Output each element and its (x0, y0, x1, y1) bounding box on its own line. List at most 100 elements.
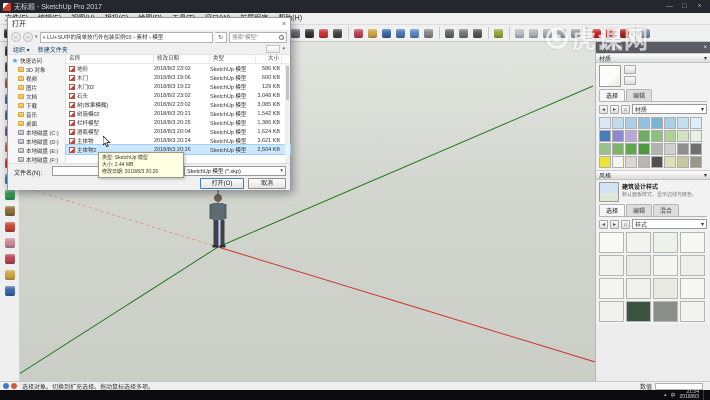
material-swatch[interactable] (664, 130, 676, 142)
file-row[interactable]: 酒瓶模型2018/8/3 20:04SketchUp 模型1,624 KB (66, 127, 290, 136)
materials-tab-select[interactable]: 选择 (599, 89, 625, 101)
forward-button[interactable]: → (23, 32, 33, 42)
material-swatch[interactable] (599, 117, 611, 129)
sidebar-item[interactable]: 3D 对象 (8, 65, 65, 74)
materials-section-header[interactable]: 材质 ▾ (596, 53, 710, 63)
style-thumbnail[interactable] (680, 301, 705, 322)
sidebar-item[interactable]: 本地磁盘 (C:) (8, 128, 65, 137)
style-thumbnail[interactable] (626, 255, 651, 276)
material-swatch[interactable] (677, 130, 689, 142)
file-row[interactable]: 木门022018/8/3 19:22SketchUp 模型129 KB (66, 82, 290, 91)
geolocation-icon[interactable] (3, 383, 9, 389)
style-thumbnail[interactable] (599, 255, 624, 276)
cancel-button[interactable]: 取消 (248, 178, 286, 189)
new-folder-button[interactable]: 新建文件夹 (38, 45, 68, 54)
minimize-button[interactable]: — (662, 0, 677, 13)
material-swatch[interactable] (651, 156, 663, 168)
material-swatch[interactable] (677, 143, 689, 155)
section-plane-button[interactable] (492, 27, 505, 40)
style-thumbnail[interactable] (626, 232, 651, 253)
material-swatch[interactable] (625, 143, 637, 155)
material-swatch[interactable] (625, 156, 637, 168)
file-row[interactable]: 栏杆模型2018/8/3 20:25SketchUp 模型1,386 KB (66, 118, 290, 127)
material-swatch[interactable] (690, 143, 702, 155)
style-thumbnail[interactable] (599, 232, 624, 253)
file-list-scrollbar[interactable] (285, 64, 290, 163)
material-swatch[interactable] (651, 143, 663, 155)
materials-collapse-icon[interactable]: ▾ (704, 55, 707, 62)
hidden-icons-button[interactable]: ▴ (664, 392, 667, 398)
zoom-tool-button[interactable] (3, 284, 17, 298)
file-row[interactable]: 石头2018/8/2 23:02SketchUp 模型3,048 KB (66, 91, 290, 100)
view-mode-dropdown-icon[interactable]: ▾ (282, 46, 285, 52)
zoom-extents-tool-button[interactable] (408, 27, 421, 40)
material-swatch[interactable] (625, 117, 637, 129)
material-swatch[interactable] (664, 156, 676, 168)
material-swatch[interactable] (599, 130, 611, 142)
close-button[interactable]: × (692, 0, 707, 13)
styles-collection-dropdown[interactable]: 样式 ▾ (632, 219, 707, 229)
style-thumbnail[interactable] (653, 278, 678, 299)
sidebar-item[interactable]: 本地磁盘 (E:) (8, 146, 65, 155)
orbit-tool-button[interactable] (3, 252, 17, 266)
pan-tool-button[interactable] (3, 268, 17, 282)
text-tool-button[interactable] (303, 27, 316, 40)
materials-forward-button[interactable]: ▸ (610, 105, 619, 114)
previous-view-button[interactable] (422, 27, 435, 40)
material-swatch[interactable] (638, 156, 650, 168)
view-front-button[interactable] (541, 27, 554, 40)
material-swatch[interactable] (638, 143, 650, 155)
create-material-button[interactable] (624, 65, 636, 74)
zoom-window-tool-button[interactable] (394, 27, 407, 40)
search-input[interactable]: 搜索"模型" (229, 32, 287, 43)
style-thumbnail[interactable] (599, 278, 624, 299)
dialog-close-button[interactable]: × (282, 21, 286, 28)
sidebar-item[interactable]: 图片 (8, 83, 65, 92)
style-thumbnail[interactable] (653, 301, 678, 322)
sidebar-item[interactable]: 下载 (8, 101, 65, 110)
styles-collapse-icon[interactable]: ▾ (704, 172, 707, 179)
eraser-tool-button[interactable] (3, 236, 17, 250)
orbit-tool-button[interactable] (352, 27, 365, 40)
styles-tab-edit[interactable]: 编辑 (626, 204, 652, 216)
tray-header[interactable]: 默认面板 × (596, 42, 710, 53)
file-row[interactable]: 木门2018/8/3 19:06SketchUp 模型600 KB (66, 73, 290, 82)
sidebar-item[interactable]: 视频 (8, 74, 65, 83)
material-swatch[interactable] (612, 156, 624, 168)
material-swatch[interactable] (625, 130, 637, 142)
sidebar-item[interactable]: 桌面 (8, 119, 65, 128)
history-dropdown-icon[interactable]: ▾ (35, 34, 38, 40)
style-thumbnail[interactable] (680, 278, 705, 299)
file-row[interactable]: 树(效果模糊)2018/8/2 23:02SketchUp 模型3,085 KB (66, 100, 290, 109)
material-swatch[interactable] (651, 117, 663, 129)
material-swatch[interactable] (612, 117, 624, 129)
materials-back-button[interactable]: ◂ (599, 105, 608, 114)
share-model-button[interactable] (604, 27, 617, 40)
material-swatch[interactable] (690, 130, 702, 142)
column-header[interactable]: 类型 (210, 55, 256, 64)
scrollbar-thumb[interactable] (286, 66, 289, 100)
column-header[interactable]: 修改日期 (154, 55, 210, 64)
material-swatch[interactable] (690, 117, 702, 129)
materials-home-button[interactable]: ⌂ (621, 105, 630, 114)
style-thumbnail[interactable] (680, 232, 705, 253)
view-top-button[interactable] (527, 27, 540, 40)
axes-tool-button[interactable] (317, 27, 330, 40)
paint-bucket-button[interactable] (3, 220, 17, 234)
open-button[interactable]: 打开(O) (200, 178, 244, 189)
styles-tab-select[interactable]: 选择 (599, 204, 625, 216)
file-row[interactable]: 树简模022018/8/3 20:21SketchUp 模型1,542 KB (66, 109, 290, 118)
sidebar-item[interactable]: 本地磁盘 (D:) (8, 137, 65, 146)
back-button[interactable]: ← (11, 32, 21, 42)
extension-warehouse-button[interactable] (618, 27, 631, 40)
scale-tool-button[interactable] (3, 188, 17, 202)
sidebar-item[interactable]: 本地磁盘 (F:) (8, 155, 65, 163)
style-thumbnail[interactable] (599, 301, 624, 322)
3d-warehouse-button[interactable] (590, 27, 603, 40)
organize-button[interactable]: 组织 ▾ (13, 45, 30, 54)
column-header[interactable]: 大小 (256, 55, 282, 64)
style-thumbnail[interactable] (626, 301, 651, 322)
3d-text-tool-button[interactable] (331, 27, 344, 40)
styles-tab-mix[interactable]: 混合 (653, 204, 679, 216)
styles-section-header[interactable]: 风格 ▾ (596, 170, 710, 180)
